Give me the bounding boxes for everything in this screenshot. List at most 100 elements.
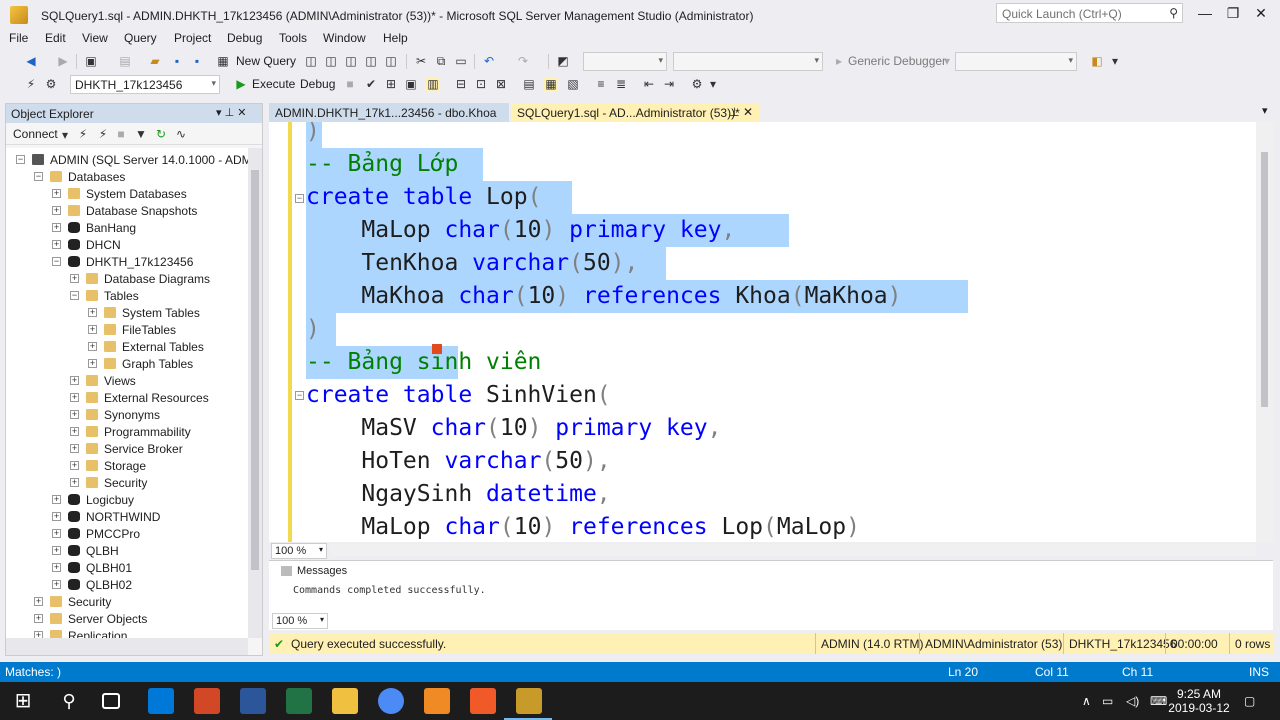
app-icon[interactable] bbox=[470, 688, 496, 714]
solution-config-dropdown[interactable]: ▾ bbox=[583, 52, 667, 71]
expand-icon[interactable]: + bbox=[52, 206, 61, 215]
paste-icon[interactable]: ▭ bbox=[454, 54, 468, 68]
increase-indent-icon[interactable]: ⇥ bbox=[662, 77, 676, 91]
editor-hscrollbar[interactable] bbox=[330, 544, 1256, 556]
menu-debug[interactable]: Debug bbox=[227, 31, 262, 45]
collapse-icon[interactable]: − bbox=[34, 172, 43, 181]
open-file-icon[interactable]: ▰ bbox=[148, 54, 162, 68]
db-query-icon[interactable]: ◫ bbox=[304, 54, 318, 68]
expand-icon[interactable]: + bbox=[70, 393, 79, 402]
save-icon[interactable]: ▪ bbox=[170, 54, 184, 68]
panel-options-icon[interactable]: ▾ ⊥ ✕ bbox=[216, 106, 246, 119]
forward-icon[interactable]: ▶ bbox=[56, 54, 70, 68]
overflow-icon[interactable]: ▾ bbox=[706, 77, 720, 91]
chevron-down-icon[interactable]: ▾ bbox=[940, 54, 954, 68]
menu-file[interactable]: File bbox=[9, 31, 28, 45]
save-all-icon[interactable]: ▪ bbox=[190, 54, 204, 68]
connect-button[interactable]: Connect bbox=[13, 127, 58, 141]
excel-icon[interactable] bbox=[286, 688, 312, 714]
expand-icon[interactable]: + bbox=[34, 597, 43, 606]
powerpoint-icon[interactable] bbox=[194, 688, 220, 714]
close-button[interactable]: ✕ bbox=[1246, 5, 1276, 22]
expand-icon[interactable]: + bbox=[52, 580, 61, 589]
notifications-icon[interactable]: ▢ bbox=[1244, 694, 1255, 708]
new-query-button[interactable]: New Query bbox=[236, 54, 296, 68]
minimize-button[interactable]: — bbox=[1190, 5, 1220, 21]
copy-icon[interactable]: ⧉ bbox=[434, 54, 448, 68]
menu-window[interactable]: Window bbox=[323, 31, 366, 45]
quick-launch-input[interactable]: Quick Launch (Ctrl+Q) ⚲ bbox=[996, 3, 1183, 23]
object-explorer-scrollbar[interactable] bbox=[248, 148, 262, 638]
clock[interactable]: 9:25 AM 2019-03-12 bbox=[1168, 687, 1230, 715]
expand-icon[interactable]: + bbox=[70, 427, 79, 436]
word-icon[interactable] bbox=[240, 688, 266, 714]
estimated-plan-icon[interactable]: ⊞ bbox=[384, 77, 398, 91]
available-databases-dropdown[interactable]: DHKTH_17k123456 ▾ bbox=[70, 75, 220, 94]
store-icon[interactable] bbox=[148, 688, 174, 714]
expand-icon[interactable]: + bbox=[70, 410, 79, 419]
mdx-query-icon[interactable]: ◫ bbox=[324, 54, 338, 68]
chevron-down-icon[interactable]: ▾ bbox=[58, 128, 72, 142]
menu-project[interactable]: Project bbox=[174, 31, 211, 45]
query-designer-icon[interactable]: ▣ bbox=[404, 77, 418, 91]
live-stats-icon[interactable]: ⊡ bbox=[474, 77, 488, 91]
expand-icon[interactable]: + bbox=[52, 529, 61, 538]
dax-query-icon[interactable]: ◫ bbox=[384, 54, 398, 68]
tab-sqlquery1[interactable]: SQLQuery1.sql - AD...Administrator (53))… bbox=[511, 103, 759, 122]
maximize-button[interactable]: ❐ bbox=[1218, 5, 1248, 22]
expand-icon[interactable]: + bbox=[88, 342, 97, 351]
tab-list-icon[interactable]: ▾ bbox=[1262, 104, 1268, 117]
new-query-icon[interactable]: ▦ bbox=[216, 54, 230, 68]
ssms-taskbar-icon[interactable] bbox=[516, 688, 542, 714]
expand-icon[interactable]: + bbox=[52, 563, 61, 572]
menu-help[interactable]: Help bbox=[383, 31, 408, 45]
dmx-query-icon[interactable]: ◫ bbox=[344, 54, 358, 68]
expand-icon[interactable]: + bbox=[52, 546, 61, 555]
menu-tools[interactable]: Tools bbox=[279, 31, 307, 45]
cancel-query-icon[interactable]: ■ bbox=[343, 77, 357, 91]
menu-edit[interactable]: Edit bbox=[45, 31, 66, 45]
collapse-region-icon[interactable]: − bbox=[295, 391, 304, 400]
decrease-indent-icon[interactable]: ⇤ bbox=[642, 77, 656, 91]
collapse-icon[interactable]: − bbox=[16, 155, 25, 164]
comment-icon[interactable]: ≡ bbox=[594, 77, 608, 91]
expand-icon[interactable]: + bbox=[52, 223, 61, 232]
results-to-grid-icon[interactable]: ▦ bbox=[544, 77, 558, 91]
overflow-icon[interactable]: ▾ bbox=[1108, 54, 1122, 68]
expand-icon[interactable]: + bbox=[88, 325, 97, 334]
search-icon[interactable]: ⚲ bbox=[56, 688, 82, 714]
debugger-label[interactable]: Generic Debugger bbox=[848, 54, 946, 68]
include-plan-icon[interactable]: ⊟ bbox=[454, 77, 468, 91]
expand-icon[interactable]: + bbox=[70, 376, 79, 385]
refresh-icon[interactable]: ↻ bbox=[154, 127, 168, 141]
expand-icon[interactable]: + bbox=[52, 495, 61, 504]
scrollbar-thumb[interactable] bbox=[251, 170, 259, 570]
connect-icon[interactable]: ⚡ bbox=[76, 127, 90, 141]
editor-zoom-dropdown[interactable]: 100 % ▾ bbox=[271, 543, 327, 559]
network-icon[interactable]: ▭ bbox=[1102, 694, 1113, 708]
activity-monitor-icon[interactable]: ◩ bbox=[556, 54, 570, 68]
new-project-icon[interactable]: ▣ bbox=[84, 54, 98, 68]
file-explorer-icon[interactable] bbox=[332, 688, 358, 714]
results-to-file-icon[interactable]: ▧ bbox=[566, 77, 580, 91]
add-item-icon[interactable]: ▤ bbox=[118, 54, 132, 68]
task-view-icon[interactable] bbox=[102, 693, 120, 709]
client-stats-icon[interactable]: ⊠ bbox=[494, 77, 508, 91]
sql-editor[interactable]: − − ) -- Bảng Lớp create table Lop( MaLop … bbox=[269, 122, 1256, 542]
parse-icon[interactable]: ✔ bbox=[364, 77, 378, 91]
windows-start-icon[interactable]: ⊞ bbox=[10, 688, 36, 714]
expand-icon[interactable]: + bbox=[52, 512, 61, 521]
collapse-icon[interactable]: − bbox=[52, 257, 61, 266]
scrollbar-thumb[interactable] bbox=[1261, 152, 1268, 407]
xmla-query-icon[interactable]: ◫ bbox=[364, 54, 378, 68]
intellisense-icon[interactable]: ▥ bbox=[426, 77, 440, 91]
disconnect-icon[interactable]: ⚡ bbox=[96, 127, 110, 141]
expand-icon[interactable]: + bbox=[70, 461, 79, 470]
tab-khoa-table[interactable]: ADMIN.DHKTH_17k1...23456 - dbo.Khoa bbox=[269, 103, 509, 122]
expand-icon[interactable]: + bbox=[52, 189, 61, 198]
stop-icon[interactable]: ■ bbox=[114, 127, 128, 141]
collapse-icon[interactable]: − bbox=[70, 291, 79, 300]
expand-icon[interactable]: + bbox=[34, 614, 43, 623]
expand-icon[interactable]: + bbox=[70, 444, 79, 453]
debug-target-dropdown[interactable]: ▾ bbox=[955, 52, 1077, 71]
